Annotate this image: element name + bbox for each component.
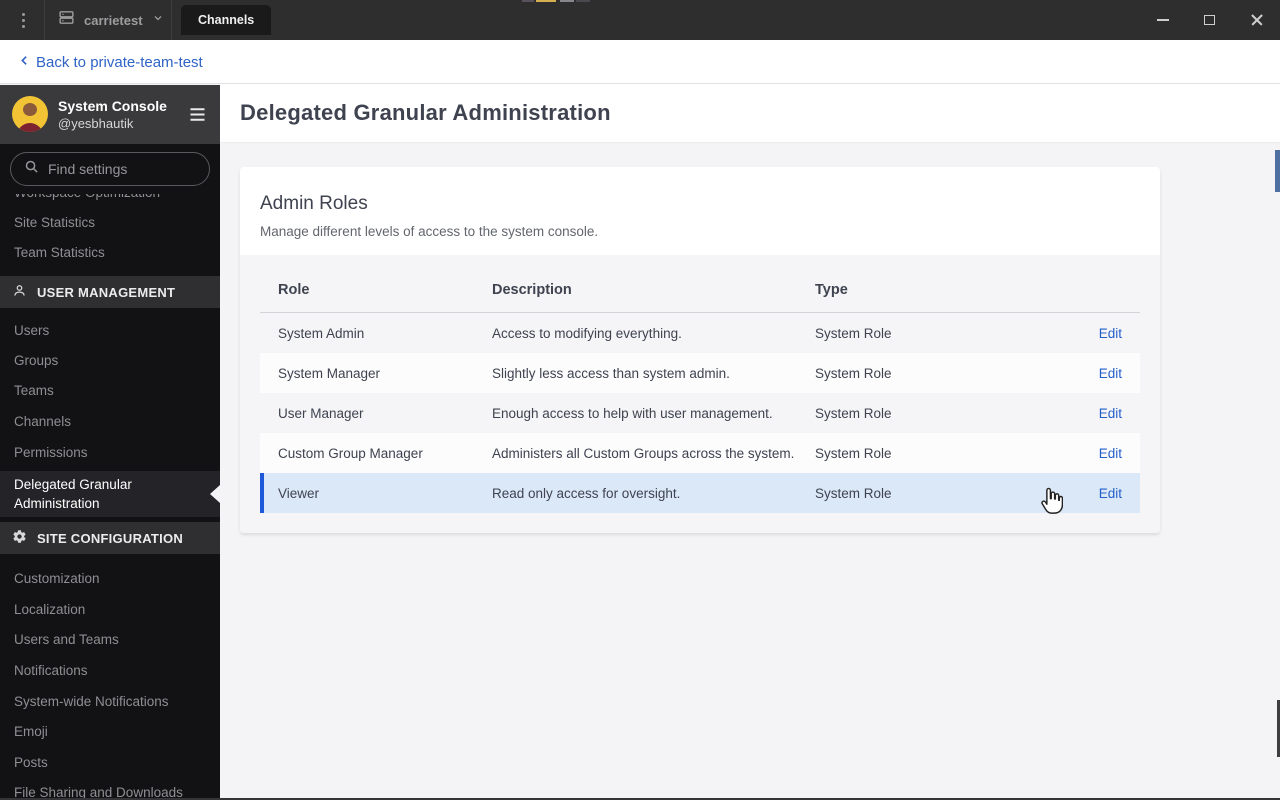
search-icon xyxy=(24,159,39,179)
type-cell: System Role xyxy=(815,365,892,381)
table-row-viewer[interactable]: Viewer Read only access for oversight. S… xyxy=(260,473,1140,513)
avatar[interactable] xyxy=(12,96,48,132)
sidebar-item-groups[interactable]: Groups xyxy=(0,345,220,376)
sidebar-header: System Console @yesbhautik xyxy=(0,85,220,144)
titlebar: carrietest Channels xyxy=(0,0,1280,40)
card-description: Manage different levels of access to the… xyxy=(260,224,599,239)
type-cell: System Role xyxy=(815,325,892,341)
maximize-icon xyxy=(1204,15,1215,25)
minimize-button[interactable] xyxy=(1139,0,1186,40)
app-window: carrietest Channels Back to private-team… xyxy=(0,0,1280,800)
chevron-left-icon xyxy=(18,54,31,71)
edit-link[interactable]: Edit xyxy=(1099,406,1122,421)
chevron-down-icon xyxy=(152,11,164,29)
sidebar-item-notifications[interactable]: Notifications xyxy=(0,655,220,686)
titlebar-artifact xyxy=(522,0,534,2)
table-header-row: Role Description Type xyxy=(260,267,1140,313)
card-title: Admin Roles xyxy=(260,193,368,214)
admin-roles-table: Role Description Type System Admin Acces… xyxy=(240,255,1160,533)
minimize-icon xyxy=(1156,19,1169,21)
admin-roles-card: Admin Roles Manage different levels of a… xyxy=(240,167,1160,533)
page-title: Delegated Granular Administration xyxy=(240,100,611,125)
kebab-menu-icon[interactable] xyxy=(16,11,31,30)
search-pill[interactable] xyxy=(10,152,210,186)
card-header: Admin Roles Manage different levels of a… xyxy=(240,167,1160,255)
close-icon xyxy=(1250,13,1264,27)
description-cell: Read only access for oversight. xyxy=(492,485,681,501)
back-bar: Back to private-team-test xyxy=(0,40,1280,84)
sidebar-section-site-configuration: SITE CONFIGURATION xyxy=(0,522,220,554)
back-to-team-link[interactable]: Back to private-team-test xyxy=(18,40,203,84)
user-icon xyxy=(12,283,27,301)
sidebar-item-teams[interactable]: Teams xyxy=(0,375,220,406)
edit-link[interactable]: Edit xyxy=(1099,366,1122,381)
description-cell: Administers all Custom Groups across the… xyxy=(492,445,795,461)
sidebar-item-system-wide-notifications[interactable]: System-wide Notifications xyxy=(0,686,220,717)
maximize-button[interactable] xyxy=(1186,0,1233,40)
sidebar-item-users[interactable]: Users xyxy=(0,315,220,346)
edit-link[interactable]: Edit xyxy=(1099,486,1122,501)
search-input[interactable] xyxy=(48,161,196,177)
table-row-custom-group-manager[interactable]: Custom Group Manager Administers all Cus… xyxy=(260,433,1140,473)
console-title: System Console xyxy=(58,97,167,114)
sidebar-item-channels[interactable]: Channels xyxy=(0,406,220,437)
type-cell: System Role xyxy=(815,485,892,501)
sidebar-item-localization[interactable]: Localization xyxy=(0,594,220,625)
titlebar-divider xyxy=(44,0,45,40)
column-description: Description xyxy=(492,281,572,298)
tab-channels[interactable]: Channels xyxy=(181,5,272,35)
titlebar-divider xyxy=(171,0,172,40)
role-cell: System Admin xyxy=(278,325,365,341)
hamburger-menu-icon[interactable] xyxy=(187,104,208,125)
window-controls xyxy=(1139,0,1280,40)
column-role: Role xyxy=(278,281,310,298)
description-cell: Slightly less access than system admin. xyxy=(492,365,730,381)
sidebar: System Console @yesbhautik Workspace Opt… xyxy=(0,85,220,800)
type-cell: System Role xyxy=(815,445,892,461)
server-icon xyxy=(58,9,75,31)
active-item-notch xyxy=(210,485,220,503)
sidebar-item-team-statistics[interactable]: Team Statistics xyxy=(0,237,220,268)
column-type: Type xyxy=(815,281,848,298)
role-cell: Custom Group Manager xyxy=(278,445,423,461)
titlebar-artifact xyxy=(560,0,574,2)
sidebar-item-site-statistics[interactable]: Site Statistics xyxy=(0,207,220,238)
sidebar-item-emoji[interactable]: Emoji xyxy=(0,716,220,747)
edit-link[interactable]: Edit xyxy=(1099,326,1122,341)
scrollbar-thumb[interactable] xyxy=(1275,150,1280,192)
role-cell: System Manager xyxy=(278,365,381,381)
sidebar-item-customization[interactable]: Customization xyxy=(0,563,220,594)
main-header: Delegated Granular Administration xyxy=(220,84,1280,143)
sidebar-item-permissions[interactable]: Permissions xyxy=(0,437,220,468)
console-username: @yesbhautik xyxy=(58,115,134,131)
edit-link[interactable]: Edit xyxy=(1099,446,1122,461)
sidebar-search xyxy=(0,144,220,194)
table-row-system-admin[interactable]: System Admin Access to modifying everyth… xyxy=(260,313,1140,353)
table-row-user-manager[interactable]: User Manager Enough access to help with … xyxy=(260,393,1140,433)
sidebar-item-delegated-granular-administration[interactable]: Delegated Granular Administration xyxy=(0,471,220,517)
content-area: Admin Roles Manage different levels of a… xyxy=(220,143,1280,800)
sidebar-item-posts[interactable]: Posts xyxy=(0,747,220,778)
gear-icon xyxy=(12,529,27,547)
close-button[interactable] xyxy=(1233,0,1280,40)
sidebar-item-file-sharing-and-downloads[interactable]: File Sharing and Downloads xyxy=(0,777,220,800)
description-cell: Access to modifying everything. xyxy=(492,325,682,341)
role-cell: User Manager xyxy=(278,405,364,421)
description-cell: Enough access to help with user manageme… xyxy=(492,405,773,421)
role-cell: Viewer xyxy=(278,485,320,501)
type-cell: System Role xyxy=(815,405,892,421)
sidebar-item-users-and-teams[interactable]: Users and Teams xyxy=(0,624,220,655)
titlebar-artifact xyxy=(576,0,590,2)
table-row-system-manager[interactable]: System Manager Slightly less access than… xyxy=(260,353,1140,393)
server-selector[interactable]: carrietest xyxy=(58,0,164,40)
server-name: carrietest xyxy=(84,12,143,28)
titlebar-artifact xyxy=(536,0,556,2)
sidebar-section-user-management: USER MANAGEMENT xyxy=(0,276,220,308)
